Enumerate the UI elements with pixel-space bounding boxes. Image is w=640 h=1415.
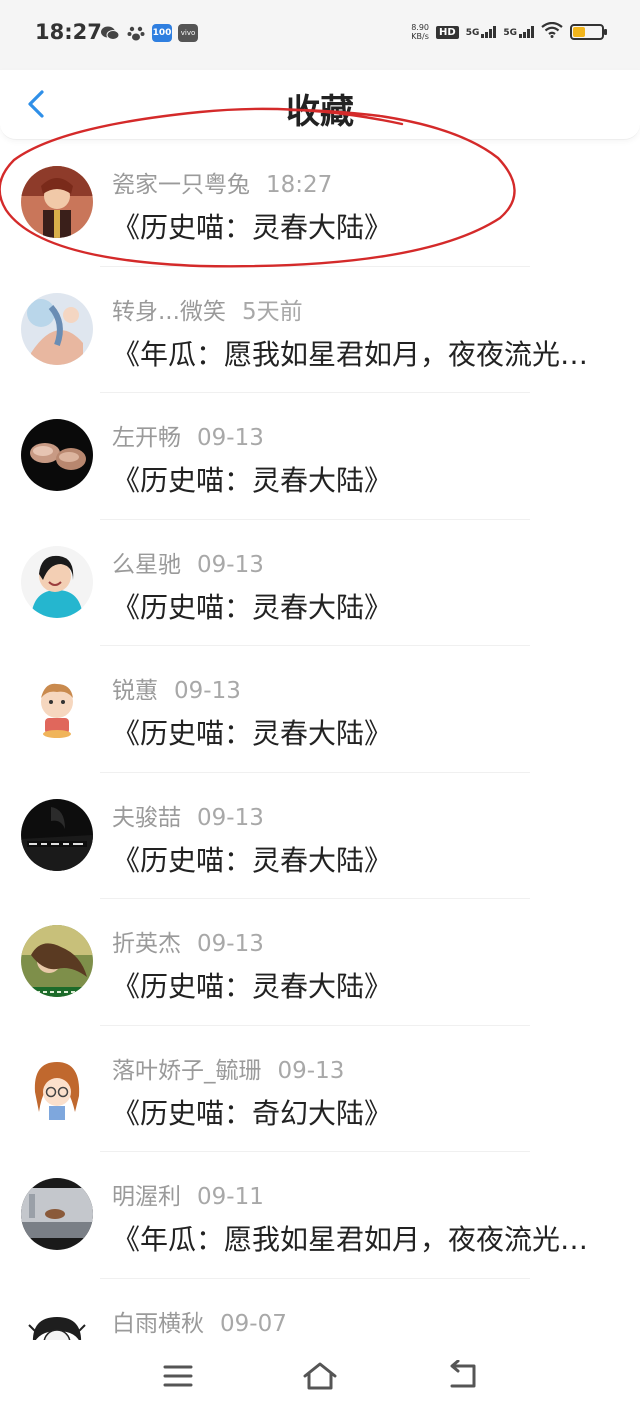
- app-100-icon: 100: [152, 24, 172, 42]
- favorites-list[interactable]: 瓷家一只粤兔 18:27 《历史喵：灵春大陆》 转身...微笑 5天前 《年瓜：愿我…: [0, 140, 640, 1405]
- return-icon: [450, 1360, 476, 1388]
- item-meta: 夫骏喆 09-13: [112, 798, 264, 832]
- signal-sim2: 5G: [503, 26, 534, 38]
- item-message: 《历史喵：灵春大陆》: [112, 843, 393, 877]
- list-item[interactable]: 左开畅 09-13 《历史喵：灵春大陆》: [0, 393, 640, 520]
- sender-name: 锐蕙: [112, 678, 158, 704]
- list-item[interactable]: 瓷家一只粤兔 18:27 《历史喵：灵春大陆》: [0, 140, 640, 267]
- list-item[interactable]: 落叶娇子_毓珊 09-13 《历史喵：奇幻大陆》: [0, 1026, 640, 1152]
- item-meta: 折英杰 09-13: [112, 924, 264, 958]
- network-speed-value: 8.90: [411, 23, 430, 32]
- system-nav-bar: [0, 1340, 640, 1415]
- item-time: 09-07: [220, 1310, 287, 1337]
- item-message: 《年瓜：愿我如星君如月，夜夜流光…: [112, 337, 589, 371]
- item-meta: 锐蕙 09-13: [112, 671, 241, 705]
- vivo-icon: vivo: [178, 24, 198, 42]
- status-bar: 18:27 100 vivo 8.90 KB/s HD 5G 5G: [0, 0, 640, 70]
- header: 收藏: [0, 70, 640, 140]
- avatar: [21, 925, 93, 997]
- item-message: 《年瓜：愿我如星君如月，夜夜流光…: [112, 1223, 589, 1256]
- home-icon: [303, 1362, 337, 1390]
- signal-sim2-label: 5G: [503, 28, 517, 38]
- item-time: 09-13: [277, 1057, 345, 1084]
- item-time: 09-11: [197, 1184, 264, 1210]
- item-message: 《历史喵：灵春大陆》: [112, 464, 393, 497]
- item-meta: 瓷家一只粤兔 18:27: [112, 165, 332, 199]
- avatar: [21, 672, 93, 744]
- item-meta: 白雨横秋 09-07: [112, 1304, 287, 1338]
- item-meta: 么星驰 09-13: [112, 545, 264, 579]
- menu-icon: [163, 1365, 193, 1387]
- sender-name: 落叶娇子_毓珊: [112, 1057, 262, 1084]
- network-speed-unit: KB/s: [411, 32, 429, 41]
- avatar: [21, 292, 93, 365]
- item-time: 5天前: [241, 298, 303, 325]
- status-time: 18:27: [35, 20, 102, 44]
- sender-name: 么星驰: [112, 551, 181, 578]
- sender-name: 明渥利: [112, 1184, 181, 1210]
- signal-bars-icon: [519, 26, 534, 38]
- item-time: 09-13: [174, 678, 241, 704]
- avatar: [21, 1051, 93, 1124]
- signal-sim1: 5G: [466, 26, 497, 38]
- wifi-icon: [541, 21, 563, 42]
- menu-button[interactable]: [158, 1358, 198, 1394]
- notification-icons: 100 vivo: [100, 24, 198, 42]
- sender-name: 白雨横秋: [112, 1310, 204, 1337]
- item-time: 09-13: [197, 804, 264, 831]
- item-meta: 落叶娇子_毓珊 09-13: [112, 1051, 344, 1085]
- item-time: 09-13: [197, 425, 264, 451]
- item-message: 《历史喵：奇幻大陆》: [112, 1096, 393, 1130]
- item-time: 09-13: [197, 931, 264, 957]
- page-title: 收藏: [286, 92, 354, 132]
- item-message: 《历史喵：灵春大陆》: [112, 970, 393, 1003]
- item-message: 《历史喵：灵春大陆》: [112, 717, 393, 750]
- home-button[interactable]: [300, 1358, 340, 1394]
- avatar: [21, 545, 93, 618]
- sender-name: 瓷家一只粤兔: [112, 172, 250, 198]
- sender-name: 左开畅: [112, 425, 181, 451]
- avatar: [21, 166, 93, 238]
- list-item[interactable]: 么星驰 09-13 《历史喵：灵春大陆》: [0, 520, 640, 646]
- sender-name: 夫骏喆: [112, 804, 181, 831]
- list-item[interactable]: 锐蕙 09-13 《历史喵：灵春大陆》: [0, 646, 640, 773]
- list-item[interactable]: 折英杰 09-13 《历史喵：灵春大陆》: [0, 899, 640, 1026]
- signal-bars-icon: [481, 26, 497, 38]
- paw-icon: [126, 24, 146, 42]
- sender-name: 折英杰: [112, 931, 181, 957]
- signal-sim1-label: 5G: [465, 28, 480, 38]
- sender-name: 转身...微笑: [112, 298, 226, 325]
- avatar: [21, 419, 93, 491]
- item-time: 18:27: [266, 172, 333, 198]
- list-item[interactable]: 夫骏喆 09-13 《历史喵：灵春大陆》: [0, 773, 640, 899]
- list-item[interactable]: 转身...微笑 5天前 《年瓜：愿我如星君如月，夜夜流光…: [0, 267, 640, 393]
- network-speed: 8.90 KB/s: [411, 23, 429, 41]
- item-meta: 明渥利 09-11: [112, 1177, 264, 1211]
- item-message: 《历史喵：灵春大陆》: [112, 211, 393, 244]
- status-right: 8.90 KB/s HD 5G 5G: [411, 21, 607, 42]
- avatar: [21, 798, 93, 871]
- return-button[interactable]: [442, 1358, 482, 1394]
- avatar: [21, 1178, 93, 1250]
- item-meta: 转身...微笑 5天前: [112, 292, 303, 326]
- item-time: 09-13: [197, 551, 264, 578]
- item-meta: 左开畅 09-13: [112, 418, 264, 452]
- item-message: 《历史喵：灵春大陆》: [112, 590, 393, 624]
- list-item[interactable]: 明渥利 09-11 《年瓜：愿我如星君如月，夜夜流光…: [0, 1152, 640, 1279]
- hd-badge: HD: [436, 25, 459, 39]
- battery-icon: [570, 24, 607, 40]
- wechat-icon: [100, 24, 120, 42]
